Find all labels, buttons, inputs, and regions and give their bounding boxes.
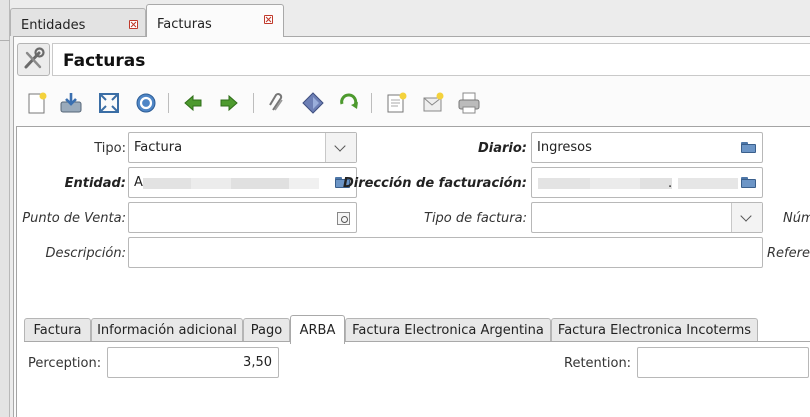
tab-factura-electronica-argentina[interactable]: Factura Electronica Argentina [345, 318, 551, 343]
tab-arba[interactable]: ARBA [290, 315, 345, 344]
close-icon[interactable] [264, 15, 273, 24]
tab-label: Pago [250, 323, 283, 338]
numero-label: Núm [783, 211, 810, 226]
tab-label: Información adicional [97, 323, 237, 338]
dropdown-button[interactable] [731, 203, 762, 232]
print-icon[interactable] [456, 90, 482, 116]
action-icon[interactable] [300, 90, 326, 116]
fullscreen-icon[interactable] [96, 90, 122, 116]
tab-factura[interactable]: Factura [24, 318, 91, 343]
tab-label: Entidades [21, 18, 86, 33]
diario-value: Ingresos [537, 140, 592, 155]
document-tabs: Entidades Facturas [10, 4, 810, 37]
attachment-icon[interactable] [264, 90, 290, 116]
tab-entidades[interactable]: Entidades [10, 8, 146, 36]
retention-field[interactable] [637, 347, 809, 378]
redacted-text [191, 178, 231, 189]
tipo-select[interactable]: Factura [128, 132, 357, 163]
direccion-label: Dirección de facturación: [342, 176, 527, 191]
tipo-label: Tipo: [94, 141, 126, 156]
search-icon[interactable] [337, 212, 350, 225]
toolbar [14, 82, 810, 122]
chevron-down-icon [740, 210, 752, 222]
tab-label: Facturas [157, 17, 212, 32]
punto-venta-label: Punto de Venta: [22, 211, 126, 226]
toolbar-separator [253, 93, 254, 113]
tab-pago[interactable]: Pago [243, 318, 290, 343]
punto-venta-field[interactable] [128, 202, 357, 233]
redacted-text [289, 178, 319, 189]
report-icon[interactable] [384, 90, 410, 116]
tipo-factura-select[interactable] [531, 202, 763, 233]
tab-label: ARBA [299, 323, 336, 338]
tipo-value: Factura [134, 140, 183, 155]
invoice-tabs: Factura Información adicional Pago ARBA … [24, 315, 810, 344]
folder-icon[interactable] [741, 177, 756, 188]
dropdown-button[interactable] [325, 133, 356, 162]
perception-label: Perception: [28, 356, 102, 371]
arba-panel: Perception: 3,50 Retention: [24, 341, 810, 417]
toolbar-separator [168, 93, 169, 113]
next-icon[interactable] [216, 90, 242, 116]
reload-icon[interactable] [133, 90, 159, 116]
redacted-text [590, 178, 640, 189]
redacted-text [231, 178, 289, 189]
folder-icon[interactable] [741, 142, 756, 153]
entidad-value: A [134, 175, 143, 190]
direccion-field[interactable]: . [531, 167, 763, 198]
tab-label: Factura Electronica Incoterms [557, 323, 752, 338]
title-bar: Facturas [14, 41, 810, 77]
referencia-label: Refere [767, 246, 810, 261]
relate-icon[interactable] [336, 90, 362, 116]
perception-value: 3,50 [243, 355, 272, 370]
chevron-down-icon [334, 140, 346, 152]
redacted-text [538, 178, 590, 189]
entidad-field[interactable]: A [128, 167, 357, 198]
page-title: Facturas [63, 51, 146, 71]
new-document-icon[interactable] [24, 90, 50, 116]
retention-label: Retention: [564, 356, 632, 371]
tab-label: Factura [33, 323, 82, 338]
tab-label: Factura Electronica Argentina [352, 323, 544, 338]
tab-informacion-adicional[interactable]: Información adicional [91, 318, 243, 343]
close-icon[interactable] [129, 20, 138, 29]
previous-icon[interactable] [180, 90, 206, 116]
save-icon[interactable] [58, 90, 84, 116]
window-title-box: Facturas [52, 43, 810, 76]
email-icon[interactable] [420, 90, 446, 116]
perception-field[interactable]: 3,50 [107, 347, 279, 378]
tipo-factura-label: Tipo de factura: [424, 211, 527, 226]
toolbar-separator [371, 93, 372, 113]
descripcion-label: Descripción: [45, 246, 126, 261]
tab-factura-electronica-incoterms[interactable]: Factura Electronica Incoterms [551, 318, 758, 343]
tab-facturas[interactable]: Facturas [146, 4, 284, 37]
main-panel: Facturas Tipo: Factura Diario: Ingresos … [13, 36, 810, 417]
left-panel-edge [0, 0, 10, 417]
entidad-label: Entidad: [64, 176, 126, 191]
invoice-form: Tipo: Factura Diario: Ingresos Entidad: … [16, 126, 810, 417]
diario-field[interactable]: Ingresos [531, 132, 763, 163]
redacted-text [678, 178, 738, 189]
redacted-text [143, 178, 191, 189]
diario-label: Diario: [477, 141, 527, 156]
wrench-icon [24, 47, 45, 69]
wrench-button[interactable] [17, 43, 50, 76]
descripcion-field[interactable] [128, 237, 763, 268]
direccion-value: . [668, 176, 673, 191]
